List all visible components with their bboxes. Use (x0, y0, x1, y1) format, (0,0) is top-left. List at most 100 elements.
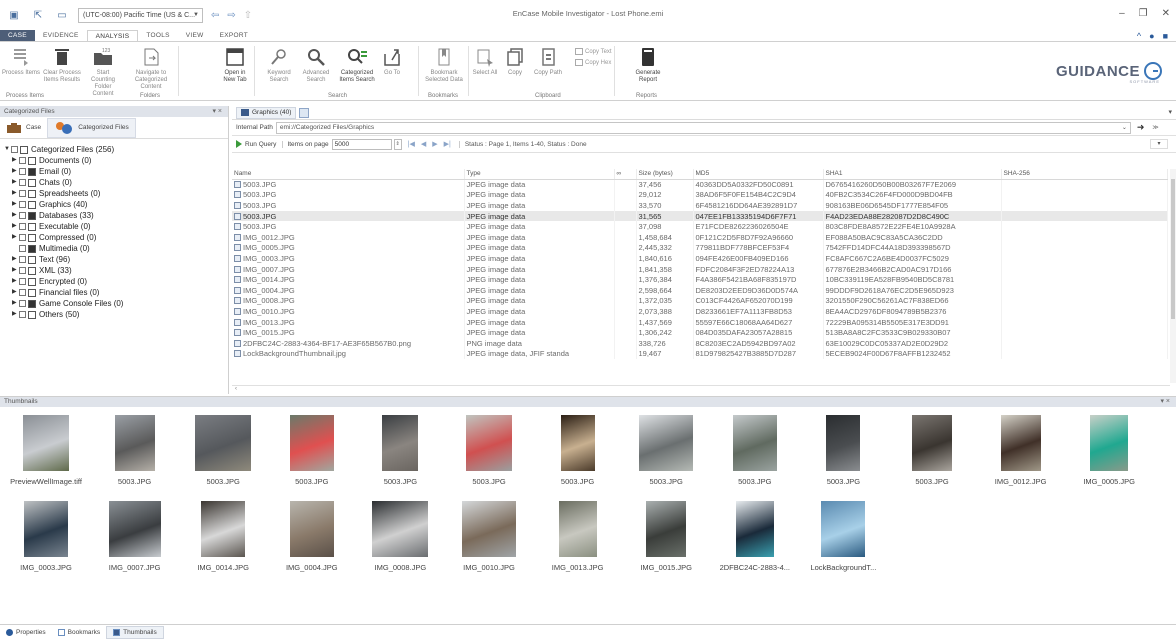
thumbnail-item[interactable]: 5003.JPG (624, 415, 708, 487)
expand-triangle-icon[interactable]: ▶ (12, 232, 19, 243)
checkbox[interactable] (19, 256, 26, 263)
thumbnail-item[interactable]: 5003.JPG (536, 415, 620, 487)
select-all-button[interactable]: Select All (472, 46, 498, 77)
thumbnail-item[interactable]: 5003.JPG (713, 415, 797, 487)
tree-node-root[interactable]: ▼ Categorized Files (256) (4, 144, 228, 155)
tab-categorized-files[interactable]: Categorized Files (47, 117, 136, 138)
back-arrow-icon[interactable]: ⇦ (211, 10, 219, 21)
expand-triangle-icon[interactable]: ▼ (4, 144, 11, 155)
table-row[interactable]: IMG_0007.JPG JPEG image data 1,841,358 FDFC… (232, 263, 1168, 275)
thumbnail-item[interactable]: 5003.JPG (890, 415, 974, 487)
keyword-search-button[interactable]: Keyword Search (262, 46, 296, 84)
table-row[interactable]: IMG_0008.JPG JPEG image data 1,372,035 C013… (232, 295, 1168, 307)
table-row[interactable]: IMG_0010.JPG JPEG image data 2,073,388 D823… (232, 306, 1168, 317)
close-button[interactable]: ✕ (1162, 8, 1170, 19)
table-row[interactable]: IMG_0014.JPG JPEG image data 1,376,384 F4A3… (232, 274, 1168, 285)
thumbnail-item[interactable]: PreviewWellImage.tiff (4, 415, 88, 487)
menu-tab-evidence[interactable]: EVIDENCE (35, 30, 87, 41)
column-header-sha1[interactable]: SHA1 (823, 169, 1002, 180)
spinner-icon[interactable]: ⇕ (393, 138, 402, 150)
thumbnail-item[interactable]: 5003.JPG (270, 415, 354, 487)
tree-node-others[interactable]: ▶ Others (50) (4, 309, 228, 320)
copy-button[interactable]: Copy (502, 46, 528, 77)
process-items-button[interactable]: Process Items (2, 46, 40, 77)
open-new-tab-button[interactable]: Open in New Tab (220, 46, 250, 84)
table-row[interactable]: IMG_0005.JPG JPEG image data 2,445,332 7798… (232, 242, 1168, 254)
thumbnail-item[interactable]: IMG_0015.JPG (624, 501, 708, 573)
checkbox[interactable] (19, 267, 26, 274)
expand-triangle-icon[interactable]: ▶ (12, 199, 19, 210)
tree-node-text[interactable]: ▶ Text (96) (4, 254, 228, 265)
tree-node-graphics[interactable]: ▶ Graphics (40) (4, 199, 228, 210)
thumbnail-item[interactable]: 5003.JPG (358, 415, 442, 487)
table-row[interactable]: IMG_0013.JPG JPEG image data 1,437,569 5559… (232, 316, 1168, 328)
menu-tab-case[interactable]: CASE (0, 30, 35, 41)
checkbox[interactable] (19, 179, 26, 186)
quick-access-window-icon[interactable]: ▭ (56, 9, 68, 21)
thumbnail-item[interactable]: LockBackgroundT... (801, 501, 885, 573)
tree-node-spreadsheets[interactable]: ▶ Spreadsheets (0) (4, 188, 228, 199)
menu-tab-view[interactable]: VIEW (178, 30, 212, 41)
menu-tab-analysis[interactable]: ANALYSIS (86, 30, 139, 41)
table-row[interactable]: 5003.JPG JPEG image data 37,456 40363DD5A03… (232, 179, 1168, 190)
tab-properties[interactable]: Properties (0, 626, 52, 639)
menu-tab-tools[interactable]: TOOLS (138, 30, 177, 41)
clear-process-items-button[interactable]: Clear Process Items Results (43, 46, 81, 84)
table-row[interactable]: 5003.JPG JPEG image data 37,098 E71FCDE8262… (232, 221, 1168, 232)
thumbnail-item[interactable]: IMG_0014.JPG (181, 501, 265, 573)
tree-node-xml[interactable]: ▶ XML (33) (4, 265, 228, 276)
checkbox[interactable] (11, 146, 18, 153)
tree-node-email[interactable]: ▶ Email (0) (4, 166, 228, 177)
new-tab-button[interactable] (299, 107, 310, 118)
forward-arrow-icon[interactable]: ⇨ (227, 10, 235, 21)
go-arrow-icon[interactable]: ➜ (1137, 122, 1145, 133)
column-header-sha256[interactable]: SHA-256 (1001, 169, 1168, 180)
generate-report-button[interactable]: Generate Report (630, 46, 666, 84)
thumbnail-item[interactable]: IMG_0008.JPG (358, 501, 442, 573)
column-header-md5[interactable]: MD5 (693, 169, 824, 180)
vertical-scrollbar[interactable] (1170, 169, 1176, 383)
checkbox[interactable] (19, 278, 26, 285)
checkbox[interactable] (19, 157, 26, 164)
table-row[interactable]: 5003.JPG JPEG image data 33,570 6F4581216DD… (232, 200, 1168, 211)
expand-triangle-icon[interactable]: ▶ (12, 177, 19, 188)
thumbnail-item[interactable]: IMG_0013.JPG (536, 501, 620, 573)
run-query-button[interactable]: Run Query (236, 140, 276, 148)
tree-node-executable[interactable]: ▶ Executable (0) (4, 221, 228, 232)
chevron-down-icon[interactable]: ⌄ (1122, 123, 1127, 133)
tree-node-financial[interactable]: ▶ Financial files (0) (4, 287, 228, 298)
horizontal-scrollbar[interactable]: ‹ (232, 385, 1170, 393)
tree-node-documents[interactable]: ▶ Documents (0) (4, 155, 228, 166)
thumbnail-item[interactable]: IMG_0004.JPG (270, 501, 354, 573)
table-row[interactable]: IMG_0012.JPG JPEG image data 1,458,684 0F12… (232, 231, 1168, 243)
table-row[interactable]: LockBackgroundThumbnail.jpg JPEG image da… (232, 348, 1168, 360)
expand-triangle-icon[interactable]: ▶ (12, 210, 19, 221)
table-row[interactable]: IMG_0015.JPG JPEG image data 1,306,242 084D… (232, 327, 1168, 338)
thumbnail-item[interactable]: IMG_0005.JPG (1067, 415, 1151, 487)
expand-triangle-icon[interactable]: ▶ (12, 188, 19, 199)
table-row[interactable]: 5003.JPG JPEG image data 29,012 38AD6F5F0FE… (232, 189, 1168, 201)
menu-tab-export[interactable]: EXPORT (212, 30, 256, 41)
thumbnail-item[interactable]: 2DFBC24C-2883-4... (713, 501, 797, 573)
internal-path-input[interactable]: emi://Categorized Files/Graphics ⌄ (275, 121, 1131, 134)
app-icon[interactable]: ▣ (8, 9, 20, 21)
thumbnail-item[interactable]: 5003.JPG (447, 415, 531, 487)
pane-menu-icon[interactable]: ▾ (1168, 108, 1172, 116)
scroll-thumb[interactable] (1171, 179, 1175, 319)
go-to-button[interactable]: Go To (378, 46, 406, 77)
checkbox[interactable] (19, 190, 26, 197)
first-page-icon[interactable]: |◀ (408, 140, 415, 148)
checkbox[interactable] (19, 223, 26, 230)
expand-triangle-icon[interactable]: ▶ (12, 298, 19, 309)
scroll-left-icon[interactable]: ‹ (235, 386, 237, 392)
checkbox[interactable] (19, 289, 26, 296)
table-row[interactable]: 5003.JPG JPEG image data 31,565 047EE1FB133… (232, 210, 1168, 222)
items-per-page-input[interactable]: 5000 (331, 138, 392, 150)
expand-triangle-icon[interactable]: ▶ (12, 166, 19, 177)
expand-triangle-icon[interactable]: ▶ (12, 287, 19, 298)
table-row[interactable]: IMG_0003.JPG JPEG image data 1,840,616 094F… (232, 253, 1168, 264)
up-icon[interactable]: ⇧ (244, 10, 252, 21)
column-header-type[interactable]: Type (464, 169, 615, 180)
tab-graphics[interactable]: Graphics (40) (236, 106, 297, 119)
checkbox[interactable] (19, 311, 26, 318)
